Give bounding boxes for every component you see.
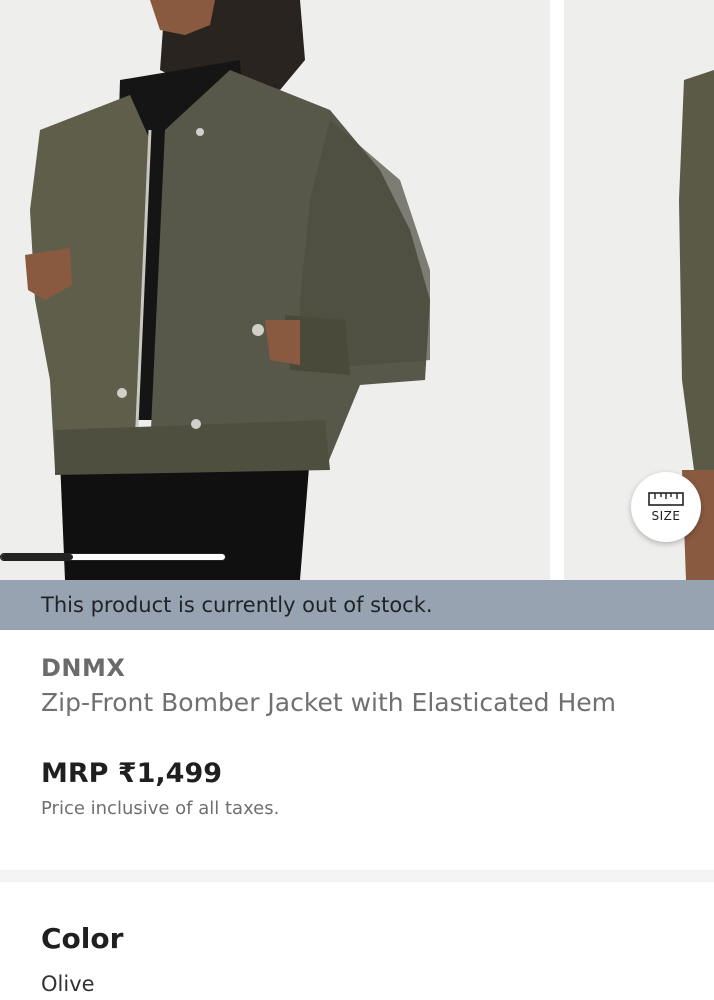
color-section-heading: Color bbox=[41, 922, 124, 955]
ruler-icon bbox=[648, 491, 684, 506]
out-of-stock-text: This product is currently out of stock. bbox=[41, 593, 433, 617]
out-of-stock-banner: This product is currently out of stock. bbox=[0, 580, 714, 630]
gallery-progress-indicator bbox=[0, 553, 226, 561]
gallery-progress-fill bbox=[1, 554, 73, 560]
jacket-photo-illustration bbox=[0, 0, 550, 580]
product-image-gallery[interactable]: SIZE bbox=[0, 0, 714, 580]
product-price: MRP ₹1,499 bbox=[41, 758, 223, 789]
size-button-label: SIZE bbox=[651, 508, 681, 523]
product-image-main[interactable] bbox=[0, 0, 550, 580]
product-title: Zip-Front Bomber Jacket with Elasticated… bbox=[41, 688, 616, 717]
price-tax-note: Price inclusive of all taxes. bbox=[41, 798, 280, 819]
selected-color-value: Olive bbox=[41, 972, 95, 996]
section-divider bbox=[0, 870, 714, 882]
size-chart-button[interactable]: SIZE bbox=[631, 472, 701, 542]
product-brand[interactable]: DNMX bbox=[41, 654, 125, 682]
